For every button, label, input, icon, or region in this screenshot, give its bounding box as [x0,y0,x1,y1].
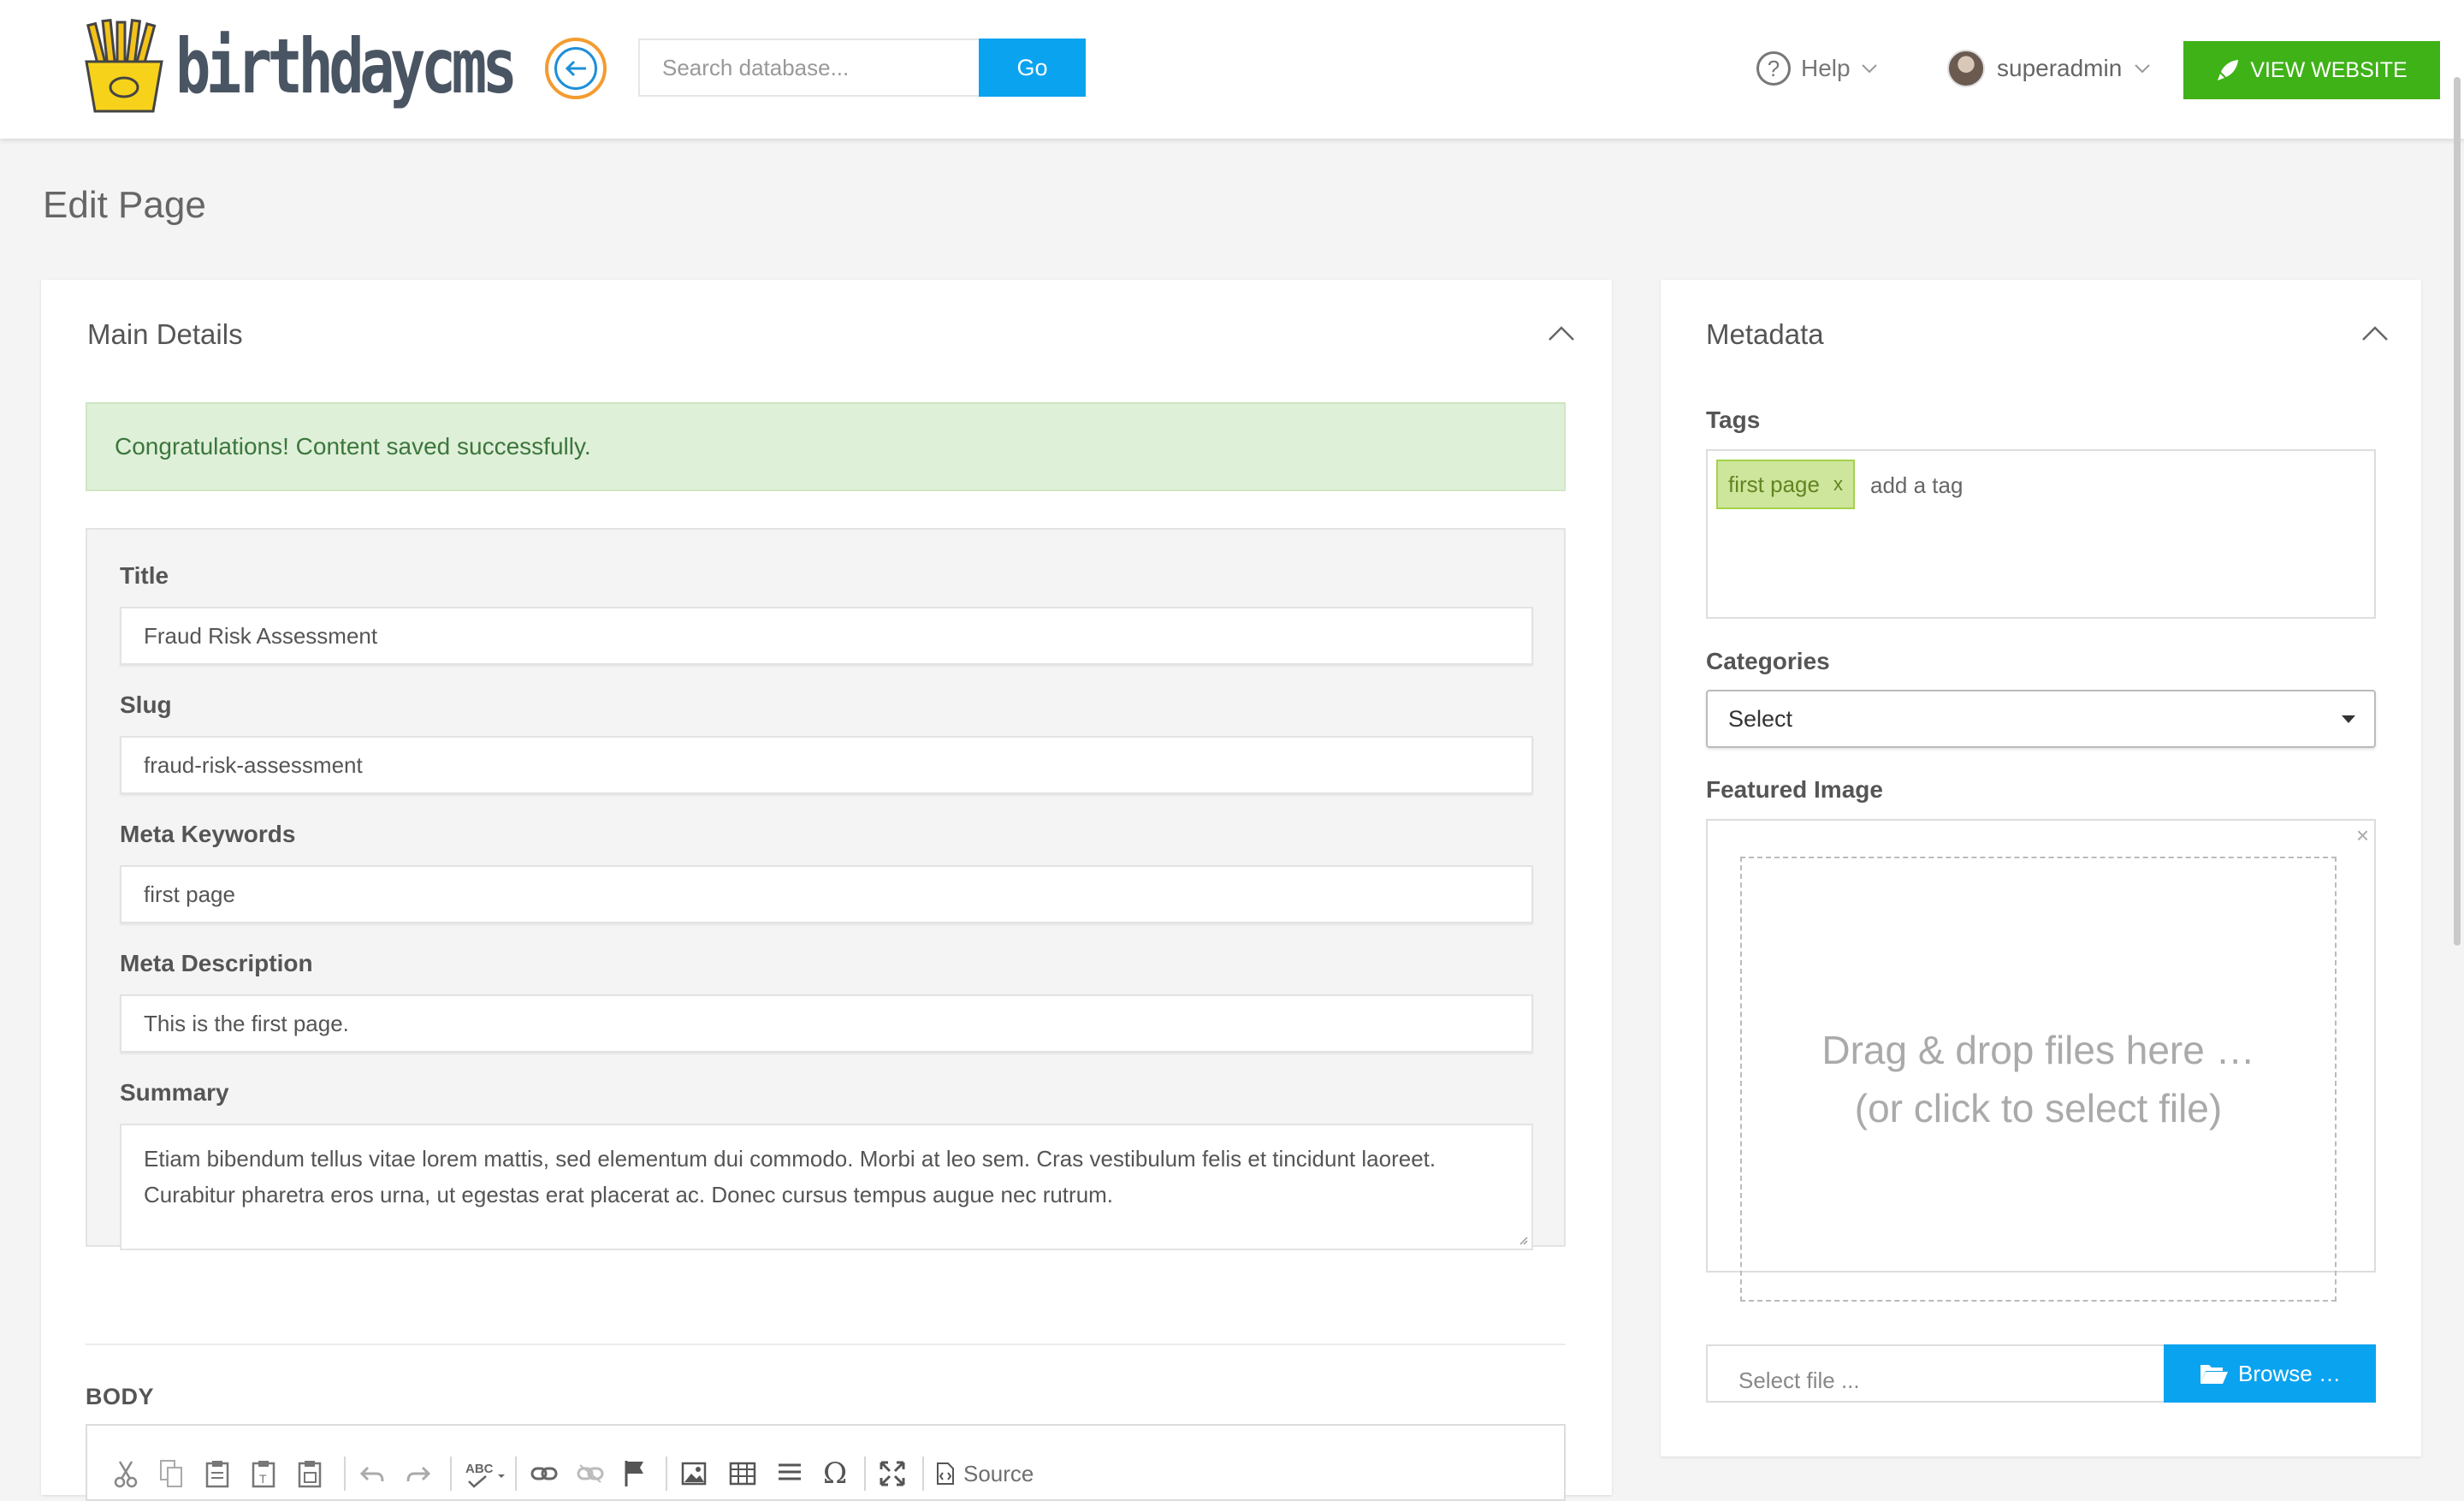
user-name: superadmin [1997,55,2123,81]
svg-text:ABC: ABC [465,1462,494,1476]
caret-down-icon [2342,715,2355,723]
close-icon[interactable]: × [2356,822,2369,849]
summary-text: Etiam bibendum tellus vitae lorem mattis… [144,1146,1436,1207]
toolbar-separator [864,1457,866,1491]
main-details-title: Main Details [87,318,243,350]
fields-container: Title Fraud Risk Assessment Slug fraud-r… [86,528,1566,1250]
toolbar-separator [450,1457,452,1491]
title-field[interactable]: Fraud Risk Assessment [120,607,1533,665]
tag-label: first page [1728,471,1820,497]
summary-label: Summary [120,1079,229,1106]
help-label: Help [1801,55,1851,81]
svg-text:T: T [259,1472,267,1486]
drop-text-line2: (or click to select file) [1854,1086,2223,1130]
chevron-up-icon[interactable] [1547,323,1576,343]
copy-icon[interactable] [159,1457,183,1491]
view-website-label: VIEW WEBSITE [2250,57,2408,82]
featured-image-dropbox: × Drag & drop files here … (or click to … [1706,819,2376,1302]
success-alert: Congratulations! Content saved successfu… [86,402,1566,491]
file-name-field[interactable]: Select file ... [1706,1344,2164,1403]
toolbar-separator [666,1457,667,1491]
tag-remove-icon[interactable]: x [1833,473,1843,495]
toolbar-separator [344,1457,346,1491]
cut-icon[interactable] [113,1457,139,1491]
toolbar-separator [922,1457,924,1491]
title-label: Title [120,562,169,589]
page-scrollbar[interactable] [2454,77,2461,946]
add-tag-input[interactable]: add a tag [1870,472,1963,499]
unlink-icon[interactable] [577,1457,604,1491]
chevron-down-icon [1861,64,1877,74]
view-website-button[interactable]: VIEW WEBSITE [2183,41,2440,99]
special-char-icon[interactable]: Ω [823,1457,847,1491]
tags-label: Tags [1706,406,1761,433]
resize-grip-icon[interactable] [1518,1235,1528,1245]
source-button[interactable]: Source [936,1457,1034,1491]
browse-label: Browse … [2238,1360,2341,1386]
page-title: Edit Page [43,184,206,226]
tags-input[interactable]: first page x add a tag [1706,449,2376,619]
link-icon[interactable] [530,1457,558,1491]
toolbar-separator [515,1457,517,1491]
paste-word-icon[interactable] [298,1457,322,1491]
tag-chip: first page x [1716,460,1855,509]
slug-label: Slug [120,691,172,718]
summary-textarea[interactable]: Etiam bibendum tellus vitae lorem mattis… [120,1124,1533,1250]
avatar [1947,50,1985,87]
meta-description-field[interactable]: This is the first page. [120,994,1533,1053]
search-go-button[interactable]: Go [979,39,1086,97]
folder-open-icon [2200,1365,2229,1384]
categories-label: Categories [1706,648,1830,674]
horizontal-line-icon[interactable] [777,1457,803,1491]
main-details-panel: Main Details Congratulations! Content sa… [41,280,1612,1501]
user-menu[interactable]: superadmin [1947,46,2151,91]
fries-icon [85,19,163,113]
metadata-panel: Metadata Tags first page x add a tag Cat… [1661,280,2421,1457]
table-icon[interactable] [729,1457,756,1491]
drop-text-line1: Drag & drop files here … [1821,1028,2255,1072]
back-button[interactable] [545,38,607,99]
browse-button[interactable]: Browse … [2164,1344,2376,1403]
slug-field[interactable]: fraud-risk-assessment [120,736,1533,794]
image-icon[interactable] [681,1457,707,1491]
spellcheck-icon[interactable]: ABC [464,1457,510,1491]
chevron-down-icon [2135,64,2151,74]
paste-text-icon[interactable]: T [252,1457,275,1491]
search-input[interactable] [638,39,979,97]
question-icon: ? [1756,51,1791,86]
meta-keywords-label: Meta Keywords [120,821,296,847]
logo[interactable]: birthdaycms [81,15,518,122]
top-header: birthdaycms Go ? Help superadmin VIEW WE… [0,0,2464,139]
meta-keywords-field[interactable]: first page [120,865,1533,923]
chevron-up-icon[interactable] [2360,323,2390,343]
editor-toolbar: T ABC Ω Source [86,1424,1566,1501]
maximize-icon[interactable] [880,1457,905,1491]
source-label: Source [963,1460,1034,1486]
rocket-icon [2218,60,2239,80]
categories-select[interactable]: Select [1706,690,2376,748]
metadata-title: Metadata [1706,318,1824,350]
redo-icon[interactable] [406,1457,431,1491]
arrow-left-icon [554,47,597,90]
drop-zone[interactable]: Drag & drop files here … (or click to se… [1740,857,2337,1302]
undo-icon[interactable] [359,1457,385,1491]
help-menu[interactable]: ? Help [1756,46,1878,91]
source-icon [937,1462,954,1485]
body-label: BODY [86,1384,155,1409]
featured-image-label: Featured Image [1706,776,1883,803]
divider [86,1344,1566,1345]
paste-icon[interactable] [205,1457,229,1491]
anchor-flag-icon[interactable] [623,1457,647,1491]
meta-description-label: Meta Description [120,950,313,976]
logo-text: birthdaycms [175,22,518,110]
categories-selected: Select [1728,705,1793,732]
